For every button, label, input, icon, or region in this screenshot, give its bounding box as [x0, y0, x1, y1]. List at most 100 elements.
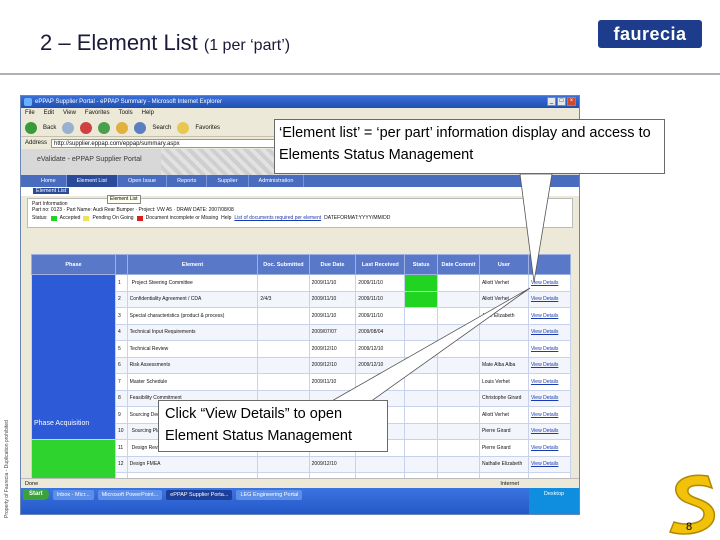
view-details-link[interactable]: View Details — [527, 389, 572, 407]
status-cell — [404, 307, 438, 325]
row-number: 8 — [115, 389, 128, 407]
view-details-link[interactable]: View Details — [527, 290, 572, 308]
close-button[interactable]: × — [567, 97, 576, 106]
status-legend: Status: Accepted Pending On Going Docume… — [32, 215, 568, 221]
system-tray: Desktop — [529, 488, 579, 514]
breadcrumb-element-list[interactable]: Element List — [33, 188, 70, 194]
header-doc-submitted: Doc. Submitted — [257, 254, 310, 275]
date-commit — [436, 439, 480, 457]
status-text: Done — [25, 481, 39, 487]
date-commit — [436, 406, 480, 424]
back-button-label[interactable]: Back — [43, 125, 56, 131]
task-eppap-portal[interactable]: ePPAP Supplier Porta... — [166, 489, 233, 500]
header-number — [115, 254, 128, 275]
element-name: Technical Review — [126, 340, 259, 358]
row-number: 1 — [115, 274, 128, 292]
nav-element-list[interactable]: Element List — [66, 175, 118, 187]
last-received: 2009/11/10 — [355, 274, 406, 292]
user-cell: Pierre Girard — [478, 422, 529, 440]
home-icon[interactable] — [116, 121, 129, 134]
user-cell: Pierre Girard — [478, 439, 529, 457]
date-commit — [436, 373, 480, 391]
menu-file[interactable]: File — [25, 108, 35, 119]
row-number: 2 — [115, 290, 128, 308]
header-element: Element — [126, 254, 259, 275]
view-details-link[interactable]: View Details — [527, 373, 572, 391]
status-cell — [404, 356, 438, 374]
row-number: 7 — [115, 373, 128, 391]
side-copyright-text: Property of Faurecia - Duplication prohi… — [4, 420, 10, 518]
view-details-link[interactable]: View Details — [527, 274, 572, 292]
header-status: Status — [404, 254, 438, 275]
faurecia-logo: faurecia — [598, 20, 702, 48]
legend-accepted: Accepted — [59, 215, 81, 221]
row-number: 5 — [115, 340, 128, 358]
breadcrumb: Element List Element List — [21, 187, 579, 204]
slide-title-sub: (1 per ‘part’) — [203, 37, 291, 54]
header-due-date: Due Date — [308, 254, 357, 275]
maximize-button[interactable]: □ — [557, 97, 566, 106]
favorites-star-icon[interactable] — [177, 121, 190, 134]
nav-supplier[interactable]: Supplier — [207, 175, 249, 187]
date-commit — [436, 323, 480, 341]
address-label: Address — [25, 140, 48, 146]
favorites-button-label[interactable]: Favorites — [195, 125, 220, 131]
stop-icon[interactable] — [80, 121, 93, 134]
view-details-link[interactable]: View Details — [527, 323, 572, 341]
menu-favorites[interactable]: Favorites — [85, 108, 110, 119]
view-details-link[interactable]: View Details — [527, 455, 572, 473]
status-cell — [404, 406, 438, 424]
taskbar-row: Start Inbox - Micr... Microsoft PowerPoi… — [21, 488, 579, 501]
date-commit — [436, 389, 480, 407]
element-name: Technical Input Requirements — [126, 323, 259, 341]
table-body: Phase Acquisition 1 Project Steering Commi… — [31, 274, 572, 490]
minimize-button[interactable]: _ — [547, 97, 556, 106]
address-input[interactable]: http://supplier.eppap.com/eppap/summary.… — [51, 138, 302, 148]
doc-submitted — [257, 356, 310, 374]
status-cell — [404, 274, 438, 292]
element-name: Design FMEA — [126, 455, 259, 473]
legend-incomplete-swatch — [136, 215, 143, 221]
task-leg-portal[interactable]: LEG Engineering Portal — [236, 489, 303, 500]
menu-help[interactable]: Help — [142, 108, 154, 119]
view-details-link[interactable]: View Details — [527, 439, 572, 457]
user-cell: Mate Alba Alba — [478, 356, 529, 374]
help-link[interactable]: Help — [221, 215, 231, 221]
window-controls: _ □ × — [547, 97, 576, 106]
back-arrow-icon[interactable] — [25, 121, 37, 134]
element-name: Confidentiality Agreement / CDA — [126, 290, 259, 308]
nav-reports[interactable]: Reports — [167, 175, 208, 187]
refresh-icon[interactable] — [98, 121, 111, 134]
row-number: 9 — [115, 406, 128, 424]
view-details-link[interactable]: View Details — [527, 422, 572, 440]
forward-arrow-icon[interactable] — [62, 121, 75, 134]
nav-home[interactable]: Home — [31, 175, 67, 187]
task-inbox[interactable]: Inbox - Micr... — [52, 489, 94, 500]
last-received: 2009/12/10 — [355, 356, 406, 374]
doc-submitted — [257, 373, 310, 391]
browser-menu-bar: File Edit View Favorites Tools Help — [21, 108, 579, 119]
table-row: Phase Acquisition 1 Project Steering Commi… — [31, 274, 572, 440]
view-details-link[interactable]: View Details — [527, 356, 572, 374]
row-number: 4 — [115, 323, 128, 341]
view-details-link[interactable]: View Details — [527, 307, 572, 325]
document-list-link[interactable]: List of documents required per element — [234, 215, 321, 221]
menu-view[interactable]: View — [63, 108, 76, 119]
header-pattern — [161, 149, 281, 175]
element-name: Project Steering Committee — [126, 274, 259, 292]
task-powerpoint[interactable]: Microsoft PowerPoint... — [97, 489, 163, 500]
menu-edit[interactable]: Edit — [44, 108, 54, 119]
portal-brand: eValidate - ePPAP Supplier Portal — [37, 156, 142, 163]
view-details-link[interactable]: View Details — [527, 340, 572, 358]
search-button-label[interactable]: Search — [152, 125, 171, 131]
start-button[interactable]: Start — [23, 489, 49, 500]
nav-open-issue[interactable]: Open Issue — [118, 175, 168, 187]
due-date: 2009/12/10 — [308, 340, 357, 358]
doc-submitted — [257, 307, 310, 325]
nav-administration[interactable]: Administration — [249, 175, 305, 187]
table-header-row: Phase Element Doc. Submitted Due Date La… — [31, 254, 572, 275]
view-details-link[interactable]: View Details — [527, 406, 572, 424]
menu-tools[interactable]: Tools — [119, 108, 133, 119]
search-icon[interactable] — [134, 121, 147, 134]
due-date: 2009/12/10 — [308, 356, 357, 374]
